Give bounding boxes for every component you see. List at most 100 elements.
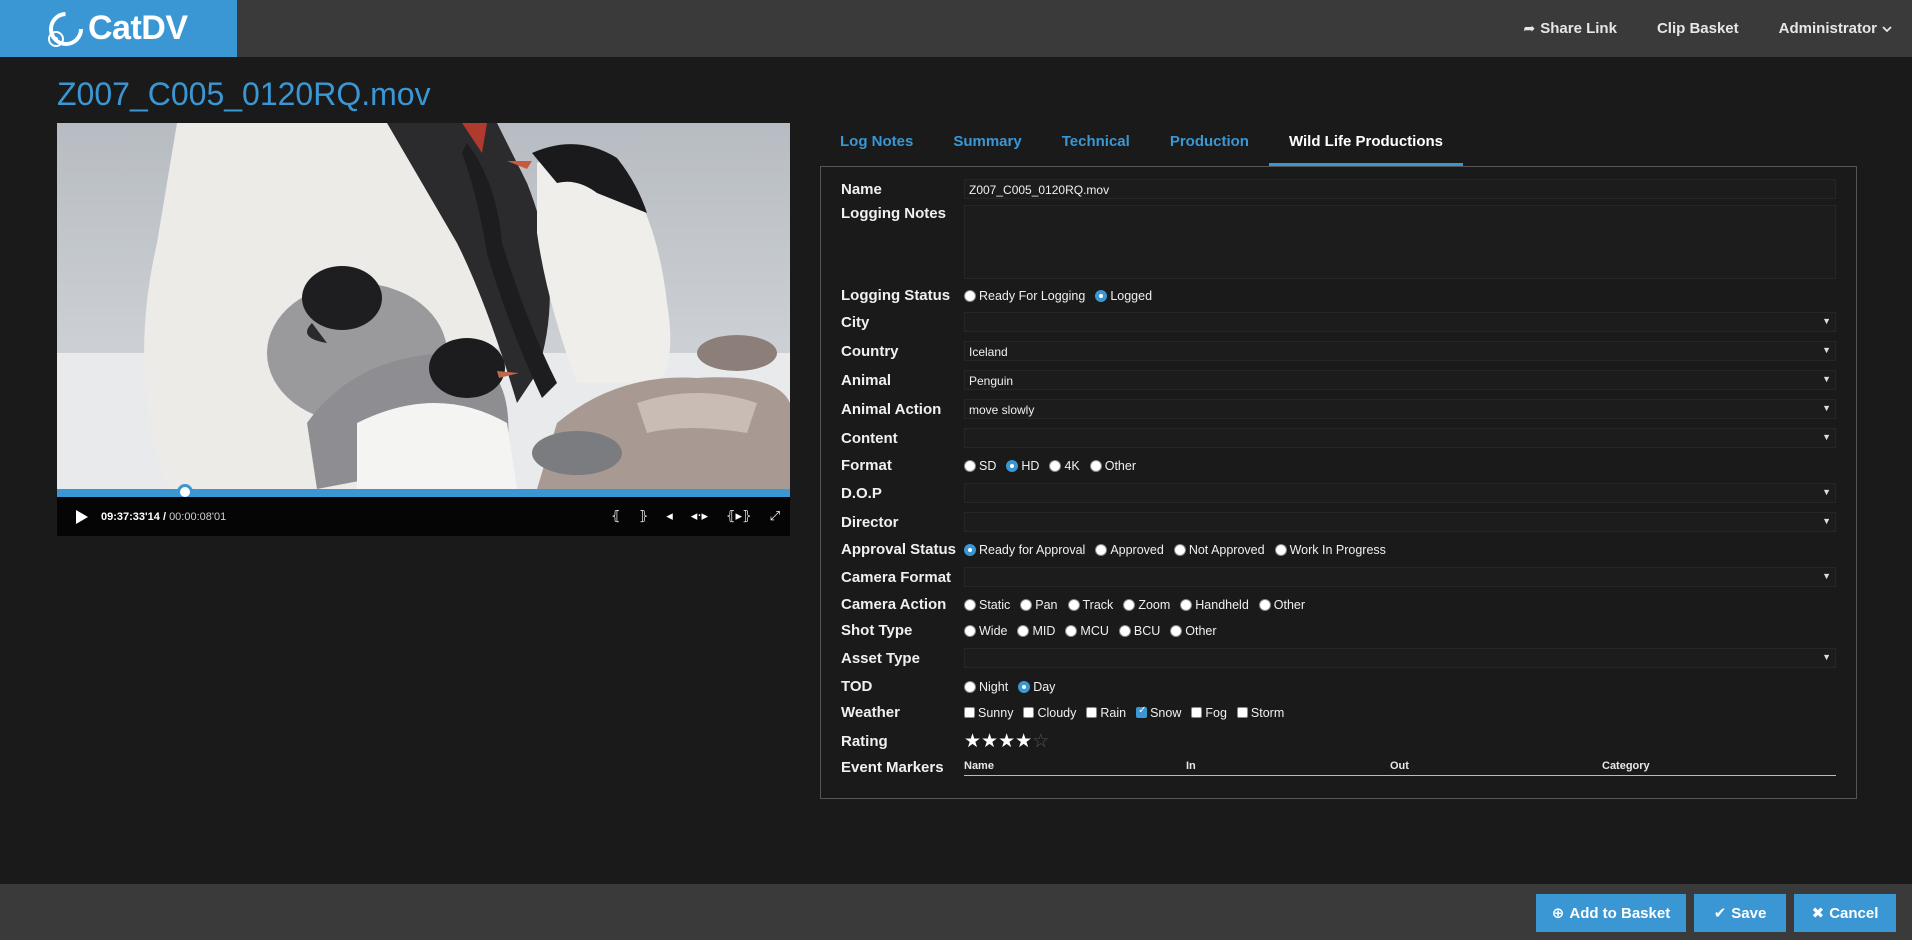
fullscreen-icon[interactable]: ⤢ bbox=[770, 509, 780, 524]
radio-icon bbox=[964, 624, 976, 637]
weather-fog-checkbox[interactable]: Fog bbox=[1191, 706, 1227, 720]
camera-format-row: Camera Format ▼ bbox=[841, 567, 1836, 587]
weather-rain-checkbox[interactable]: Rain bbox=[1086, 706, 1126, 720]
camera-action-zoom-option[interactable]: Zoom bbox=[1123, 598, 1170, 612]
option-label: HD bbox=[1021, 458, 1040, 473]
mark-in-icon[interactable]: ⦃ bbox=[611, 509, 621, 524]
camera-action-handheld-option[interactable]: Handheld bbox=[1180, 598, 1249, 612]
weather-row: Weather Sunny Cloudy Rain Snow Fog Storm bbox=[841, 704, 1836, 721]
tab-wild-life-productions[interactable]: Wild Life Productions bbox=[1268, 125, 1464, 166]
approval-ready-option[interactable]: Ready for Approval bbox=[964, 543, 1085, 557]
option-label: Handheld bbox=[1195, 597, 1249, 612]
option-label: Other bbox=[1104, 458, 1136, 473]
logging-notes-textarea[interactable] bbox=[964, 205, 1836, 279]
logging-status-logged-option[interactable]: Logged bbox=[1095, 289, 1152, 303]
weather-storm-checkbox[interactable]: Storm bbox=[1236, 706, 1284, 720]
option-label: MID bbox=[1032, 623, 1056, 638]
user-menu[interactable]: Administrator bbox=[1779, 20, 1892, 37]
format-4k-option[interactable]: 4K bbox=[1049, 458, 1080, 473]
tab-log-notes[interactable]: Log Notes bbox=[820, 125, 933, 166]
shot-type-mcu-option[interactable]: MCU bbox=[1065, 624, 1109, 638]
option-label: Ready For Logging bbox=[979, 288, 1086, 303]
playback-progress-bar[interactable] bbox=[57, 484, 790, 500]
option-label: Pan bbox=[1035, 597, 1058, 612]
video-frame-image bbox=[57, 123, 790, 489]
dropdown-caret-icon: ▼ bbox=[1822, 403, 1831, 413]
tab-production[interactable]: Production bbox=[1150, 125, 1269, 166]
tab-technical[interactable]: Technical bbox=[1042, 125, 1150, 166]
option-label: Other bbox=[1185, 623, 1217, 638]
animal-select[interactable]: Penguin ▼ bbox=[964, 370, 1836, 390]
cancel-button[interactable]: ✖ Cancel bbox=[1794, 894, 1896, 932]
clip-basket-link[interactable]: Clip Basket bbox=[1657, 20, 1739, 37]
video-frame[interactable] bbox=[57, 123, 790, 489]
format-sd-option[interactable]: SD bbox=[964, 459, 996, 473]
share-link-button[interactable]: ➦ Share Link bbox=[1524, 20, 1617, 37]
dop-select[interactable]: ▼ bbox=[964, 483, 1836, 503]
column-header-out[interactable]: Out bbox=[1390, 760, 1602, 772]
star-filled-icon[interactable]: ★ bbox=[981, 730, 998, 752]
catdv-logo[interactable]: CatDV bbox=[0, 0, 237, 57]
animal-action-select[interactable]: move slowly ▼ bbox=[964, 399, 1836, 419]
camera-action-pan-option[interactable]: Pan bbox=[1020, 597, 1058, 612]
tab-summary[interactable]: Summary bbox=[933, 125, 1041, 166]
country-label: Country bbox=[841, 342, 899, 360]
dropdown-caret-icon: ▼ bbox=[1822, 374, 1831, 384]
director-select[interactable]: ▼ bbox=[964, 512, 1836, 532]
logging-status-row: Logging Status Ready For Logging Logged bbox=[841, 287, 1836, 304]
approval-work-in-progress-option[interactable]: Work In Progress bbox=[1274, 543, 1386, 557]
tod-night-option[interactable]: Night bbox=[964, 680, 1008, 694]
weather-snow-checkbox[interactable]: Snow bbox=[1136, 705, 1182, 720]
column-header-category[interactable]: Category bbox=[1602, 760, 1650, 772]
asset-type-row: Asset Type ▼ bbox=[841, 648, 1836, 668]
format-other-option[interactable]: Other bbox=[1089, 458, 1136, 473]
checkbox-icon bbox=[1191, 707, 1203, 718]
step-back-icon[interactable]: ◂ bbox=[666, 509, 673, 524]
catdv-logo-icon bbox=[48, 11, 83, 47]
star-filled-icon[interactable]: ★ bbox=[1015, 730, 1032, 752]
camera-action-other-option[interactable]: Other bbox=[1258, 598, 1305, 612]
approval-approved-option[interactable]: Approved bbox=[1095, 543, 1164, 557]
weather-sunny-checkbox[interactable]: Sunny bbox=[964, 706, 1013, 720]
add-to-basket-button[interactable]: ⊕ Add to Basket bbox=[1536, 894, 1686, 932]
mark-out-icon[interactable]: ⦄ bbox=[639, 509, 649, 524]
weather-cloudy-checkbox[interactable]: Cloudy bbox=[1023, 706, 1076, 720]
column-header-in[interactable]: In bbox=[1186, 760, 1390, 772]
shot-type-wide-option[interactable]: Wide bbox=[964, 624, 1007, 638]
star-filled-icon[interactable]: ★ bbox=[964, 730, 981, 752]
format-label: Format bbox=[841, 457, 892, 474]
save-button[interactable]: ✔ Save bbox=[1694, 894, 1786, 932]
option-label: SD bbox=[979, 458, 997, 473]
play-in-out-icon[interactable]: ⦃▸⦄ bbox=[726, 509, 752, 524]
shot-type-mid-option[interactable]: MID bbox=[1017, 624, 1055, 638]
asset-type-select[interactable]: ▼ bbox=[964, 648, 1836, 668]
option-label: 4K bbox=[1064, 458, 1080, 473]
camera-action-options: Static Pan Track Zoom Handheld Other bbox=[964, 598, 1836, 612]
camera-action-track-option[interactable]: Track bbox=[1067, 598, 1113, 612]
step-frame-icon[interactable]: ◂·▸ bbox=[691, 509, 708, 524]
camera-action-static-option[interactable]: Static bbox=[964, 598, 1010, 612]
shot-type-bcu-option[interactable]: BCU bbox=[1118, 624, 1160, 638]
asset-type-label: Asset Type bbox=[841, 649, 920, 667]
star-empty-icon[interactable]: ☆ bbox=[1032, 730, 1049, 752]
shot-type-other-option[interactable]: Other bbox=[1170, 623, 1217, 638]
option-label: Day bbox=[1033, 679, 1056, 694]
camera-format-select[interactable]: ▼ bbox=[964, 567, 1836, 587]
city-select[interactable]: ▼ bbox=[964, 312, 1836, 332]
name-field[interactable]: Z007_C005_0120RQ.mov bbox=[964, 179, 1836, 199]
option-label: Snow bbox=[1150, 705, 1182, 720]
content-select[interactable]: ▼ bbox=[964, 428, 1836, 448]
approval-not-approved-option[interactable]: Not Approved bbox=[1173, 543, 1265, 557]
name-row: Name Z007_C005_0120RQ.mov bbox=[841, 179, 1836, 199]
star-filled-icon[interactable]: ★ bbox=[998, 730, 1015, 752]
tod-day-option[interactable]: Day bbox=[1018, 680, 1055, 694]
logging-status-ready-option[interactable]: Ready For Logging bbox=[964, 289, 1085, 303]
checkbox-icon bbox=[964, 707, 975, 718]
play-icon[interactable] bbox=[75, 509, 89, 525]
weather-options: Sunny Cloudy Rain Snow Fog Storm bbox=[964, 705, 1836, 720]
column-header-name[interactable]: Name bbox=[964, 760, 1186, 772]
format-hd-option[interactable]: HD bbox=[1006, 459, 1039, 473]
country-select[interactable]: Iceland ▼ bbox=[964, 341, 1836, 361]
dropdown-caret-icon: ▼ bbox=[1822, 571, 1831, 581]
option-label: Night bbox=[979, 679, 1009, 694]
